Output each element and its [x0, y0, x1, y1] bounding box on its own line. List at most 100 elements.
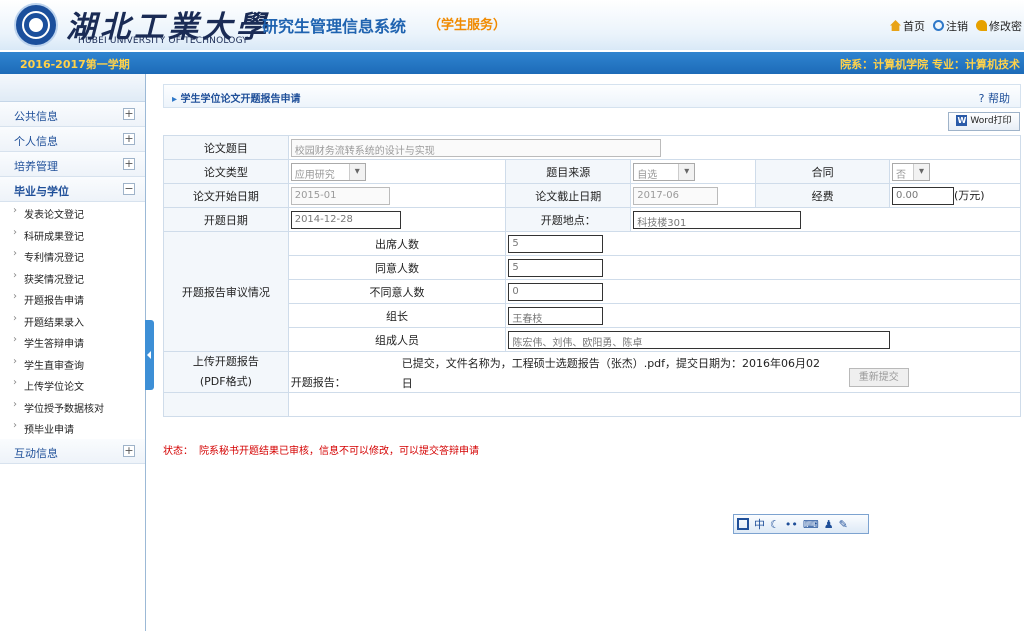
sidebar-group-graduation[interactable]: 毕业与学位 −	[0, 177, 145, 202]
sidebar-item-proposal-apply[interactable]: 开题报告申请	[0, 288, 145, 310]
sidebar-item-award-register[interactable]: 获奖情况登记	[0, 267, 145, 289]
sidebar-group-personal[interactable]: 个人信息 +	[0, 127, 145, 152]
system-subtitle: （学生服务）	[428, 18, 507, 33]
source-select[interactable]: 自选	[633, 162, 696, 181]
agree-label: 同意人数	[287, 255, 507, 280]
word-print-button[interactable]: W Word打印	[948, 112, 1020, 131]
status-label: 状态：	[163, 446, 193, 457]
expand-icon[interactable]: +	[123, 133, 135, 145]
logout-link[interactable]: 注销	[933, 18, 968, 34]
attend-cell: 5	[505, 231, 1021, 256]
fund-label: 经费	[755, 183, 890, 208]
sidebar-item-defense-apply[interactable]: 学生答辩申请	[0, 331, 145, 353]
upload-cell: 开题报告： 已提交，文件名称为，工程硕士选题报告（张杰）.pdf，提交日期为：2…	[287, 351, 1022, 394]
power-icon	[933, 20, 944, 31]
sidebar-item-pre-graduate[interactable]: 预毕业申请	[0, 417, 145, 439]
change-password-link[interactable]: 修改密	[976, 18, 1022, 34]
open-date-label: 开题日期	[163, 207, 289, 232]
disagree-input[interactable]: 0	[508, 282, 604, 301]
proposal-form: 论文题目 校园财务流转系统的设计与实现 论文类型 应用研究 题目来源 自选 合同…	[163, 135, 1022, 417]
main-content: 学生学位论文开题报告申请 ? 帮助 WWord打印 论文题目 校园财务流转系统的…	[163, 84, 1022, 457]
status-message: 状态： 院系秘书开题结果已审核，信息不可以修改，可以提交答辩申请	[163, 442, 479, 457]
members-cell: 陈宏伟、刘伟、欧阳勇、陈卓	[505, 327, 1021, 352]
keyboard-icon[interactable]: ⌨	[803, 518, 819, 531]
home-link[interactable]: 首页	[890, 18, 925, 34]
sidebar-top	[0, 74, 145, 102]
logout-link-label: 注销	[946, 20, 968, 33]
members-input[interactable]: 陈宏伟、刘伟、欧阳勇、陈卓	[508, 330, 891, 349]
thesis-title-cell: 校园财务流转系统的设计与实现	[287, 135, 1022, 160]
upload-label-cell: 上传开题报告 (PDF格式)	[163, 351, 289, 393]
thesis-title-input[interactable]: 校园财务流转系统的设计与实现	[290, 138, 661, 157]
punctuation-icon[interactable]: ••	[785, 518, 798, 531]
report-info: 已提交，文件名称为，工程硕士选题报告（张杰）.pdf，提交日期为：2016年06…	[402, 354, 862, 394]
leader-cell: 王春枝	[505, 303, 1021, 328]
empty-cell	[287, 392, 1022, 417]
dept-major-label: 院系：计算机学院 专业：计算机技术	[840, 58, 1020, 71]
top-links: 首页 注销 修改密	[890, 18, 1022, 34]
attend-label: 出席人数	[287, 231, 507, 256]
sidebar-group-label: 培养管理	[14, 160, 58, 173]
sidebar-group-label: 互动信息	[14, 446, 58, 460]
ime-mode[interactable]: 中	[754, 516, 765, 532]
page-title: 学生学位论文开题报告申请	[172, 90, 301, 105]
sidebar-item-paper-register[interactable]: 发表论文登记	[0, 202, 145, 224]
open-date-input[interactable]: 2014-12-28	[290, 210, 401, 229]
end-date-label: 论文截止日期	[505, 183, 632, 208]
sidebar-item-research-register[interactable]: 科研成果登记	[0, 224, 145, 246]
upload-format-label: (PDF格式)	[199, 375, 252, 388]
expand-icon[interactable]: +	[123, 444, 135, 457]
sidebar-group-public[interactable]: 公共信息 +	[0, 102, 145, 127]
ime-toolbar[interactable]: 中 ☾ •• ⌨ ♟ ✎	[733, 514, 869, 534]
university-name-en: HUBEI UNIVERSITY OF TECHNOLOGY	[78, 36, 248, 46]
open-date-cell: 2014-12-28	[287, 207, 507, 232]
report-info-line1: 已提交，文件名称为，工程硕士选题报告（张杰）.pdf，提交日期为：2016年06…	[401, 357, 821, 370]
empty-label-cell	[163, 392, 289, 417]
change-password-label: 修改密	[989, 20, 1022, 33]
status-text: 院系秘书开题结果已审核，信息不可以修改，可以提交答辩申请	[199, 446, 479, 457]
open-place-cell: 科技楼301	[630, 207, 1021, 232]
thesis-type-select[interactable]: 应用研究	[290, 162, 366, 181]
sidebar: 公共信息 + 个人信息 + 培养管理 + 毕业与学位 − 发表论文登记 科研成果…	[0, 74, 146, 631]
review-label: 开题报告审议情况	[163, 231, 289, 352]
contract-cell: 否	[889, 159, 1021, 184]
collapse-icon[interactable]: −	[123, 183, 135, 195]
leader-label: 组长	[287, 303, 507, 328]
contract-select[interactable]: 否	[892, 162, 930, 181]
open-place-input[interactable]: 科技楼301	[633, 210, 802, 229]
start-date-input[interactable]: 2015-01	[290, 186, 390, 205]
sidebar-group-interaction[interactable]: 互动信息 +	[0, 438, 145, 464]
fund-cell: 0.00 (万元)	[889, 183, 1021, 208]
upload-label: 上传开题报告	[192, 355, 259, 368]
fund-input[interactable]: 0.00	[892, 186, 954, 205]
members-label: 组成人员	[287, 327, 507, 352]
expand-icon[interactable]: +	[123, 108, 135, 120]
leader-input[interactable]: 王春枝	[508, 306, 604, 325]
resubmit-button[interactable]: 重新提交	[848, 368, 909, 387]
expand-icon[interactable]: +	[123, 158, 135, 170]
sidebar-item-proposal-result[interactable]: 开题结果录入	[0, 310, 145, 332]
thesis-type-label: 论文类型	[163, 159, 289, 184]
sidebar-group-training[interactable]: 培养管理 +	[0, 152, 145, 177]
sidebar-group-label: 个人信息	[14, 135, 58, 148]
home-link-label: 首页	[903, 20, 925, 33]
agree-input[interactable]: 5	[508, 258, 604, 277]
moon-icon[interactable]: ☾	[770, 518, 780, 531]
sidebar-item-upload-thesis[interactable]: 上传学位论文	[0, 374, 145, 396]
fund-unit: (万元)	[954, 188, 985, 202]
open-place-label: 开题地点：	[505, 207, 632, 232]
help-link[interactable]: ? 帮助	[979, 90, 1010, 106]
wrench-icon[interactable]: ✎	[839, 518, 848, 531]
user-icon[interactable]: ♟	[824, 518, 834, 531]
report-info-line2: 日	[401, 377, 413, 390]
help-label: 帮助	[988, 92, 1010, 105]
end-date-input[interactable]: 2017-06	[633, 186, 719, 205]
page-header: 学生学位论文开题报告申请 ? 帮助	[163, 84, 1021, 108]
sidebar-item-degree-check[interactable]: 学位授予数据核对	[0, 396, 145, 418]
sidebar-item-review-query[interactable]: 学生直审查询	[0, 353, 145, 375]
attend-input[interactable]: 5	[508, 234, 604, 253]
system-title: 研究生管理信息系统	[262, 17, 407, 36]
sidebar-collapse-handle[interactable]	[145, 320, 154, 390]
key-icon	[976, 20, 987, 31]
sidebar-item-patent-register[interactable]: 专利情况登记	[0, 245, 145, 267]
